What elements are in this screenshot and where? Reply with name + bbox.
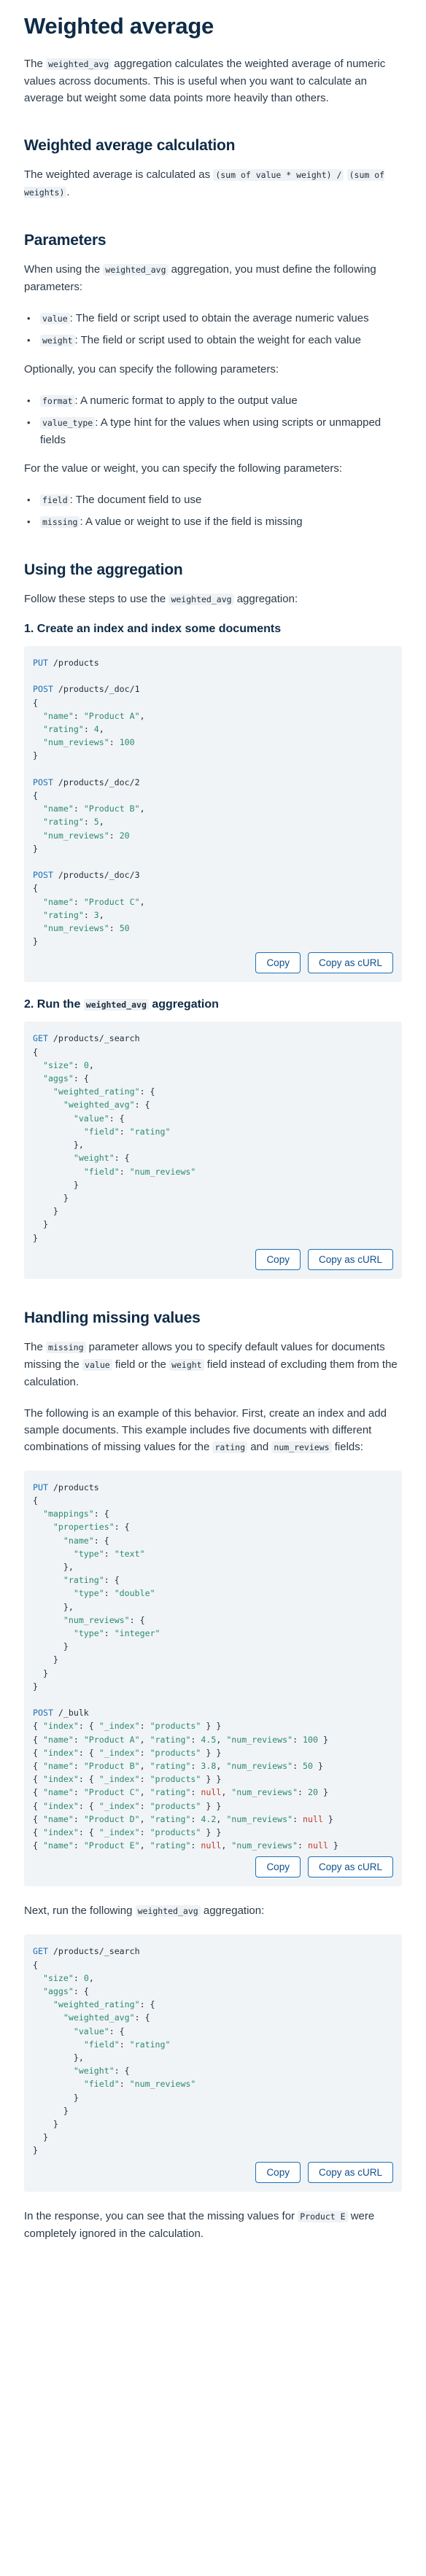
copy-as-curl-button[interactable]: Copy as cURL	[307, 952, 393, 974]
copy-button[interactable]: Copy	[255, 1856, 301, 1878]
document-page: Weighted average The weighted_avg aggreg…	[0, 0, 426, 2286]
step-1-heading: 1. Create an index and index some docume…	[24, 623, 282, 635]
missing-paragraph-4: In the response, you can see that the mi…	[24, 2209, 375, 2240]
copy-as-curl-button[interactable]: Copy as cURL	[307, 1248, 393, 1270]
section-heading-missing-values: Handling missing values	[24, 1309, 201, 1326]
code-content: PUT /products POST /products/_doc/1 { "n…	[33, 658, 145, 947]
section-heading-calculation: Weighted average calculation	[24, 137, 236, 154]
required-params-list: value: The field or script used to obtai…	[24, 310, 402, 349]
list-item: missing: A value or weight to use if the…	[24, 513, 402, 531]
list-item: format: A numeric format to apply to the…	[24, 392, 402, 410]
section-heading-parameters: Parameters	[24, 232, 106, 249]
copy-as-curl-button[interactable]: Copy as cURL	[307, 1856, 393, 1878]
copy-button[interactable]: Copy	[255, 2161, 301, 2183]
copy-as-curl-button[interactable]: Copy as cURL	[307, 2161, 393, 2183]
params-lead: When using the weighted_avg aggregation,…	[24, 263, 376, 293]
copy-button[interactable]: Copy	[255, 1248, 301, 1270]
code-block-missing-aggregation: GET /products/_search { "size": 0, "aggs…	[24, 1934, 402, 2192]
step-2-heading: 2. Run the weighted_avg aggregation	[24, 998, 219, 1011]
code-content: GET /products/_search { "size": 0, "aggs…	[33, 1946, 196, 2156]
inline-code: weighted_avg	[46, 58, 112, 70]
usage-lead: Follow these steps to use the weighted_a…	[24, 593, 298, 605]
page-title: Weighted average	[24, 13, 214, 39]
list-item: field: The document field to use	[24, 491, 402, 509]
missing-paragraph-1: The missing parameter allows you to spec…	[24, 1340, 398, 1388]
calc-paragraph: The weighted average is calculated as (s…	[24, 168, 385, 198]
code-content: PUT /products { "mappings": { "propertie…	[33, 1482, 338, 1851]
value-weight-lead: For the value or weight, you can specify…	[24, 462, 343, 475]
missing-paragraph-3: Next, run the following weighted_avg agg…	[24, 1904, 265, 1918]
list-item: weight: The field or script used to obta…	[24, 332, 402, 349]
list-item: value_type: A type hint for the values w…	[24, 414, 402, 448]
code-block-run-aggregation: GET /products/_search { "size": 0, "aggs…	[24, 1022, 402, 1279]
code-content: GET /products/_search { "size": 0, "aggs…	[33, 1033, 196, 1243]
section-heading-usage: Using the aggregation	[24, 561, 183, 578]
list-item: value: The field or script used to obtai…	[24, 310, 402, 327]
missing-paragraph-2: The following is an example of this beha…	[24, 1406, 387, 1453]
value-weight-params-list: field: The document field to use missing…	[24, 491, 402, 531]
code-block-create-index: PUT /products POST /products/_doc/1 { "n…	[24, 646, 402, 983]
optional-lead: Optionally, you can specify the followin…	[24, 363, 279, 375]
intro-paragraph: The weighted_avg aggregation calculates …	[24, 58, 386, 104]
code-block-bulk-index: PUT /products { "mappings": { "propertie…	[24, 1470, 402, 1887]
optional-params-list: format: A numeric format to apply to the…	[24, 392, 402, 448]
copy-button[interactable]: Copy	[255, 952, 301, 974]
